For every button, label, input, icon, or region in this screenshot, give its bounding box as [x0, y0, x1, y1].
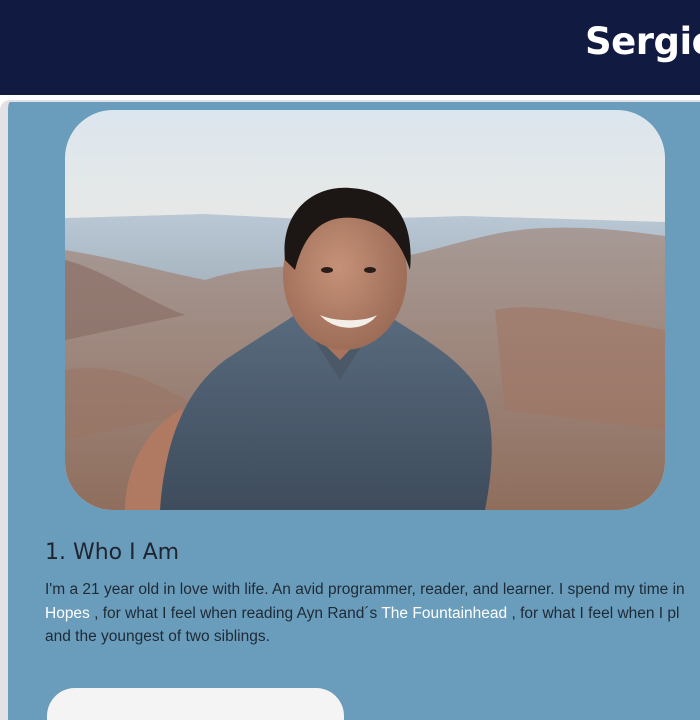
bio-text: , for what I feel when reading Ayn Rand´… [89, 604, 382, 622]
profile-photo-image [65, 110, 665, 510]
link-hopes[interactable]: Hopes [45, 605, 90, 622]
site-title[interactable]: Sergio [585, 20, 700, 63]
link-the-fountainhead[interactable]: The Fountainhead [381, 605, 507, 622]
bio-text: , for what I feel when I pl [507, 604, 680, 622]
profile-photo [65, 110, 665, 510]
bio-paragraph: I'm a 21 year old in love with life. An … [45, 578, 700, 649]
bio-line: and the youngest of two siblings. [45, 628, 270, 645]
next-section-card [47, 688, 344, 720]
bio-line: I'm a 21 year old in love with life. An … [45, 581, 685, 598]
section-heading-who-i-am: 1. Who I Am [45, 540, 180, 565]
site-header: Sergio [0, 0, 700, 95]
content-panel: 1. Who I Am I'm a 21 year old in love wi… [0, 100, 700, 720]
bio-line: Hopes , for what I feel when reading Ayn… [45, 602, 700, 626]
